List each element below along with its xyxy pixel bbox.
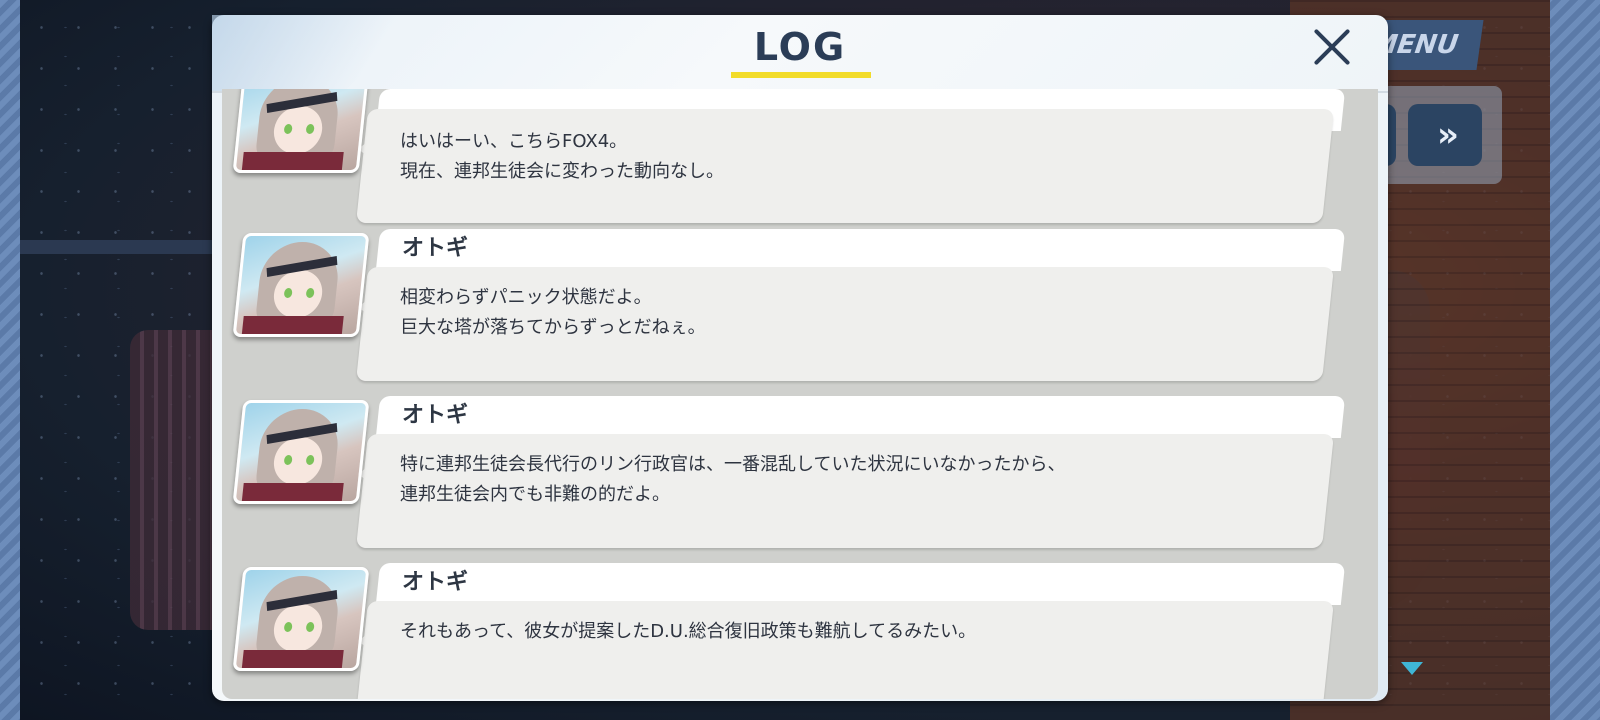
message-bubble <box>356 601 1334 699</box>
character-avatar <box>232 400 370 504</box>
log-entry: はいはーい、こちらFOX4。 現在、連邦生徒会に変わった動向なし。 <box>222 89 1378 223</box>
message-line: 現在、連邦生徒会に変わった動向なし。 <box>400 161 724 182</box>
message-line: 特に連邦生徒会長代行のリン行政官は、一番混乱していた状況にいなかったから、 <box>400 454 1066 475</box>
message-line: 相変わらずパニック状態だよ。 <box>400 287 652 308</box>
speaker-name-plate <box>375 396 1346 438</box>
log-entry: オトギ 特に連邦生徒会長代行のリン行政官は、一番混乱していた状況にいなかったから… <box>222 396 1378 556</box>
speaker-name-plate <box>375 563 1346 605</box>
speaker-name-plate <box>375 229 1346 271</box>
log-dialog: LOG はいはーい、こちらFOX4。 現在、連邦生徒会に変わった動向なし。 オト… <box>212 15 1388 701</box>
speaker-name: オトギ <box>402 570 469 595</box>
message-line: それもあって、彼女が提案したD.U.総合復旧政策も難航してるみたい。 <box>400 621 977 642</box>
character-avatar <box>232 233 370 337</box>
log-entry: オトギ それもあって、彼女が提案したD.U.総合復旧政策も難航してるみたい。 <box>222 563 1378 699</box>
scroll-down-arrow-icon <box>1401 662 1423 675</box>
log-header: LOG <box>212 15 1388 93</box>
log-title: LOG <box>753 25 847 69</box>
close-icon[interactable] <box>1312 27 1352 67</box>
message-line: 連邦生徒会内でも非難の的だよ。 <box>400 484 670 505</box>
character-avatar <box>232 89 370 173</box>
fast-forward-icon[interactable]: » <box>1408 104 1482 166</box>
speaker-name: オトギ <box>402 403 469 428</box>
title-underline <box>731 72 871 78</box>
message-line: はいはーい、こちらFOX4。 <box>400 131 628 152</box>
character-avatar <box>232 567 370 671</box>
log-list[interactable]: はいはーい、こちらFOX4。 現在、連邦生徒会に変わった動向なし。 オトギ 相変… <box>222 89 1378 699</box>
message-line: 巨大な塔が落ちてからずっとだねぇ。 <box>400 317 706 338</box>
log-entry: オトギ 相変わらずパニック状態だよ。 巨大な塔が落ちてからずっとだねぇ。 <box>222 229 1378 389</box>
speaker-name: オトギ <box>402 236 469 261</box>
